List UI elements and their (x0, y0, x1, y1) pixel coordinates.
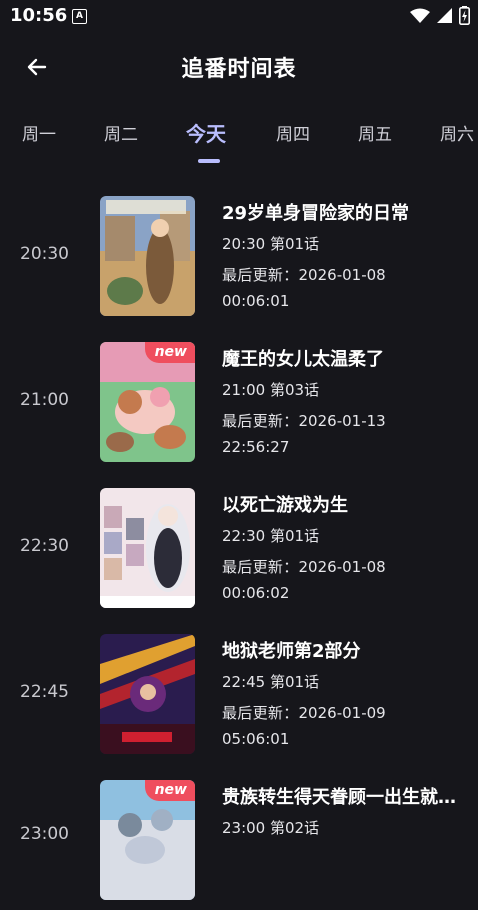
air-time: 21:00 (20, 390, 69, 410)
schedule-item[interactable]: 23:00 new 贵族转生得天眷顾一出生就获得最强力量 23:00 第02话 (0, 764, 478, 910)
item-info: 以死亡游戏为生 22:30 第01话 最后更新：2026-01-08 00:06… (222, 494, 462, 606)
updated-time: 00:06:01 (222, 292, 290, 310)
poster-art (100, 634, 195, 754)
new-badge: new (144, 342, 195, 363)
poster-image[interactable]: new (100, 342, 195, 462)
new-badge: new (144, 780, 195, 801)
tab-today[interactable]: 今天 (186, 118, 226, 147)
updated-time: 22:56:27 (222, 438, 290, 456)
updated-label: 最后更新： (222, 412, 299, 430)
item-info: 地狱老师第2部分 22:45 第01话 最后更新：2026-01-09 05:0… (222, 640, 462, 752)
updated-date: 2026-01-13 (298, 412, 386, 430)
item-info: 魔王的女儿太温柔了 21:00 第03话 最后更新：2026-01-13 22:… (222, 348, 462, 460)
updated-time: 05:06:01 (222, 730, 290, 748)
poster-art (100, 488, 195, 608)
air-time: 20:30 (20, 244, 69, 264)
schedule-item[interactable]: 21:00 new 魔王的女儿太温柔了 21:00 第03话 最后更新：2026… (0, 326, 478, 472)
updated-date: 2026-01-09 (298, 704, 386, 722)
updated-date: 2026-01-08 (298, 558, 386, 576)
status-icons (410, 6, 470, 25)
episode-info: 22:45 第01话 (222, 673, 320, 691)
page-title: 追番时间表 (181, 57, 297, 82)
poster-image[interactable] (100, 488, 195, 608)
schedule-item[interactable]: 22:45 地狱老师第2部分 22:45 第01话 最后更新：2026-01-0… (0, 618, 478, 764)
item-info: 29岁单身冒险家的日常 20:30 第01话 最后更新：2026-01-08 0… (222, 202, 462, 314)
last-updated: 最后更新：2026-01-08 00:06:01 (222, 262, 462, 314)
last-updated: 最后更新：2026-01-08 00:06:02 (222, 554, 462, 606)
air-time: 22:45 (20, 682, 69, 702)
tab-saturday[interactable]: 周六 (440, 120, 474, 145)
updated-label: 最后更新： (222, 266, 299, 284)
anime-title: 29岁单身冒险家的日常 (222, 203, 410, 224)
episode-info: 22:30 第01话 (222, 527, 320, 545)
updated-date: 2026-01-08 (298, 266, 386, 284)
signal-icon (437, 8, 452, 23)
schedule-item[interactable]: 22:30 以死亡游戏为生 22:30 第01话 最后更新：2026-01-08… (0, 472, 478, 618)
last-updated: 最后更新：2026-01-13 22:56:27 (222, 408, 462, 460)
battery-icon (459, 6, 470, 25)
anime-title: 魔王的女儿太温柔了 (222, 349, 384, 370)
weekday-tabs: 周一 周二 今天 周四 周五 周六 (0, 108, 478, 164)
tab-monday[interactable]: 周一 (22, 120, 56, 145)
tab-indicator (198, 159, 220, 163)
updated-label: 最后更新： (222, 558, 299, 576)
status-time: 10:56 (10, 5, 68, 26)
tab-thursday[interactable]: 周四 (276, 120, 310, 145)
tab-tuesday[interactable]: 周二 (104, 120, 138, 145)
episode-info: 23:00 第02话 (222, 819, 320, 837)
poster-image[interactable]: new (100, 780, 195, 900)
poster-art (100, 196, 195, 316)
schedule-item[interactable]: 20:30 29岁单身冒险家的日常 20:30 第01话 最后更新：2026-0… (0, 180, 478, 326)
anime-title: 贵族转生得天眷顾一出生就获得最强力量 (222, 787, 462, 808)
air-time: 23:00 (20, 824, 69, 844)
anime-title: 地狱老师第2部分 (222, 641, 361, 662)
air-time: 22:30 (20, 536, 69, 556)
updated-label: 最后更新： (222, 704, 299, 722)
episode-info: 20:30 第01话 (222, 235, 320, 253)
updated-time: 00:06:02 (222, 584, 290, 602)
app-bar: 追番时间表 (0, 36, 478, 96)
notification-icon: A (72, 9, 87, 24)
poster-image[interactable] (100, 196, 195, 316)
episode-info: 21:00 第03话 (222, 381, 320, 399)
item-info: 贵族转生得天眷顾一出生就获得最强力量 23:00 第02话 (222, 786, 462, 838)
tab-friday[interactable]: 周五 (358, 120, 392, 145)
poster-image[interactable] (100, 634, 195, 754)
wifi-icon (410, 8, 430, 23)
status-bar: 10:56 A (0, 0, 478, 34)
anime-title: 以死亡游戏为生 (222, 495, 348, 516)
last-updated: 最后更新：2026-01-09 05:06:01 (222, 700, 462, 752)
